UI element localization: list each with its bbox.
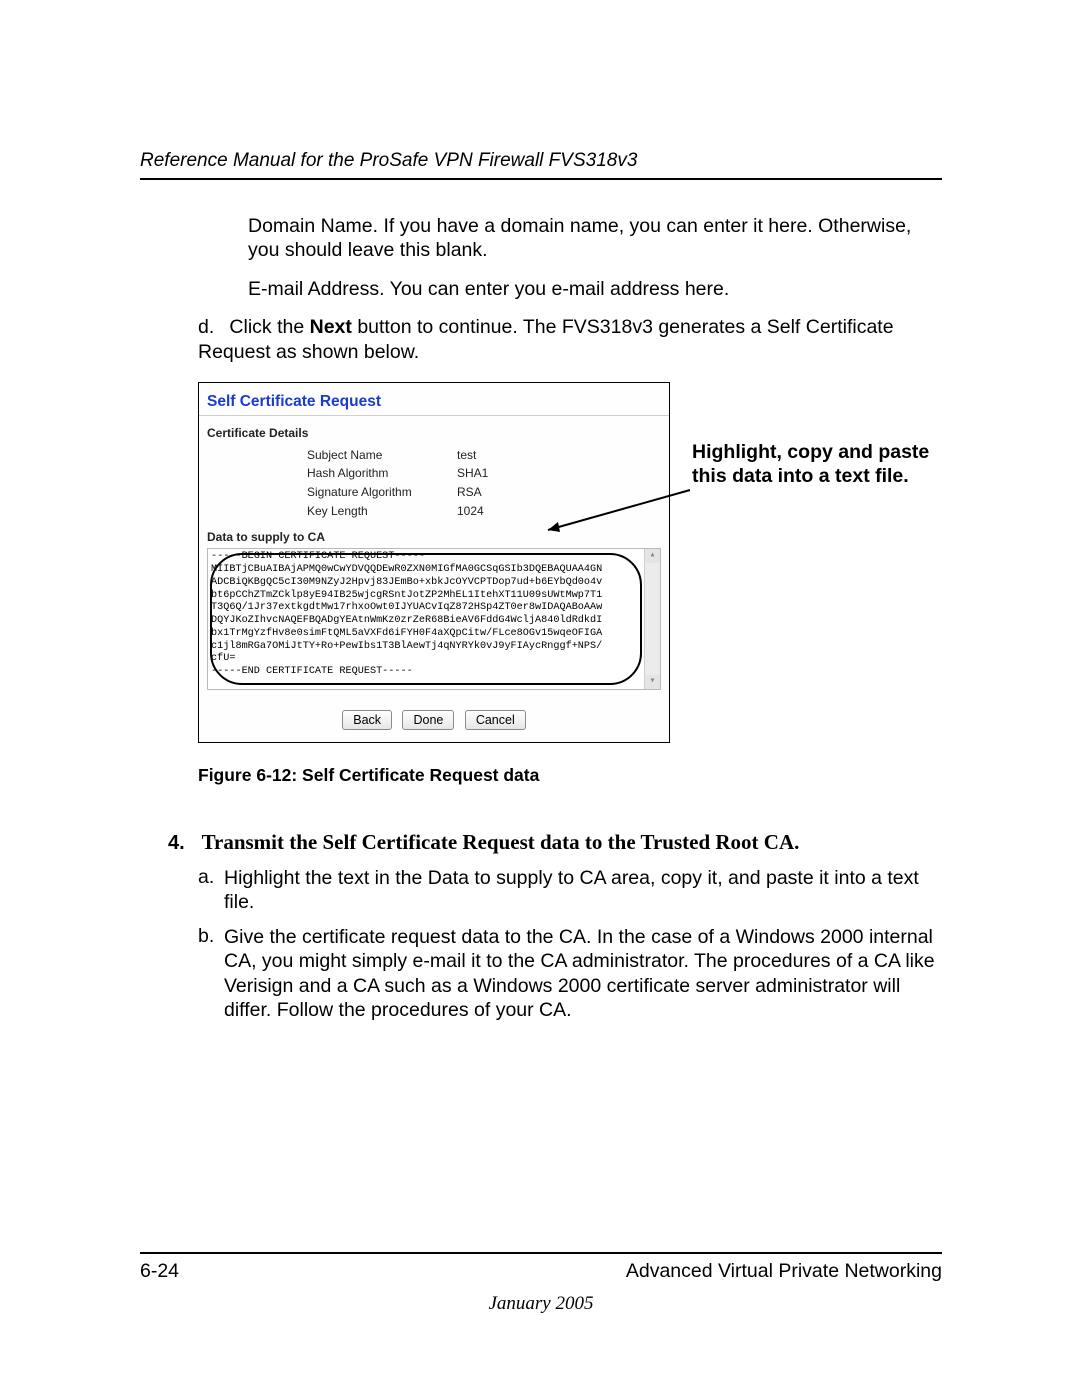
next-label: Next [310, 316, 352, 338]
csr-line: bx1TrMgYzfHv8e0simFtQML5aVXFd6iFYH0F4aXQ… [211, 628, 657, 641]
list-marker-b: b. [198, 924, 224, 948]
csr-line: -----BEGIN CERTIFICATE REQUEST----- [211, 551, 657, 564]
hash-alg-value: SHA1 [457, 464, 488, 483]
email-paragraph: E-mail Address. You can enter you e-mail… [248, 277, 942, 301]
list-marker-d: d. [198, 315, 224, 339]
figure-wrap: Self Certificate Request Certificate Det… [198, 382, 938, 743]
step-d: d. Click the Next button to continue. Th… [198, 315, 942, 364]
detail-row: Signature Algorithm RSA [307, 483, 661, 502]
hash-alg-label: Hash Algorithm [307, 464, 457, 483]
step-4-title: Transmit the Self Certificate Request da… [202, 830, 800, 854]
step-d-pre: Click the [229, 316, 309, 338]
detail-row: Hash Algorithm SHA1 [307, 464, 661, 483]
footer-rule [140, 1252, 942, 1254]
csr-textarea[interactable]: -----BEGIN CERTIFICATE REQUEST----- MIIB… [207, 548, 661, 690]
scroll-up-icon[interactable]: ▴ [645, 549, 660, 563]
screenshot-title: Self Certificate Request [199, 383, 669, 416]
csr-line: -----END CERTIFICATE REQUEST----- [211, 666, 657, 679]
csr-line: cfU= [211, 653, 657, 666]
csr-line: DQYJKoZIhvcNAQEFBQADgYEAtnWmKz0zrZeR68Bi… [211, 615, 657, 628]
sig-alg-label: Signature Algorithm [307, 483, 457, 502]
header-rule [140, 178, 942, 180]
subject-name-value: test [457, 446, 476, 465]
footer-section-title: Advanced Virtual Private Networking [626, 1260, 942, 1283]
data-supply-heading: Data to supply to CA [207, 530, 661, 544]
step-4a: a. Highlight the text in the Data to sup… [198, 865, 942, 914]
domain-name-paragraph: Domain Name. If you have a domain name, … [248, 214, 942, 263]
footer-date: January 2005 [140, 1293, 942, 1315]
manual-page: Reference Manual for the ProSafe VPN Fir… [0, 0, 1080, 1397]
cancel-button[interactable]: Cancel [465, 710, 526, 730]
sig-alg-value: RSA [457, 483, 482, 502]
detail-row: Key Length 1024 [307, 502, 661, 521]
step-4-substeps: a. Highlight the text in the Data to sup… [198, 865, 942, 1022]
csr-line: bt6pCChZTmZCklp8yE94IB25wjcgRSntJotZP2Mh… [211, 590, 657, 603]
csr-line: c1jl8mRGa7OMiJtTY+Ro+PewIbs1T3BlAewTj4qN… [211, 641, 657, 654]
list-marker-a: a. [198, 865, 224, 889]
key-length-label: Key Length [307, 502, 457, 521]
screenshot-button-row: Back Done Cancel [199, 700, 669, 742]
done-button[interactable]: Done [402, 710, 454, 730]
scrollbar[interactable]: ▴ ▾ [644, 549, 660, 689]
step-4b: b. Give the certificate request data to … [198, 924, 942, 1022]
csr-line: ADCBiQKBgQC5cI30M9NZyJ2Hpvj83JEmBo+xbkJc… [211, 577, 657, 590]
scroll-down-icon[interactable]: ▾ [645, 675, 660, 689]
subject-name-label: Subject Name [307, 446, 457, 465]
detail-row: Subject Name test [307, 446, 661, 465]
self-cert-screenshot: Self Certificate Request Certificate Det… [198, 382, 670, 743]
figure-caption: Figure 6-12: Self Certificate Request da… [198, 765, 942, 786]
step-4-number: 4. [168, 832, 196, 855]
csr-line: MIIBTjCBuAIBAjAPMQ0wCwYDVQQDEwR0ZXN0MIGf… [211, 564, 657, 577]
screenshot-body: Certificate Details Subject Name test Ha… [199, 416, 669, 700]
step-4b-text: Give the certificate request data to the… [224, 925, 942, 1023]
step-4: 4. Transmit the Self Certificate Request… [168, 830, 942, 855]
csr-line: T3Q6Q/1Jr37extkgdtMw17rhxoOwt0IJYUACvIqZ… [211, 602, 657, 615]
step-4a-text: Highlight the text in the Data to supply… [224, 866, 942, 915]
page-footer: 6-24 Advanced Virtual Private Networking… [140, 1244, 942, 1315]
back-button[interactable]: Back [342, 710, 392, 730]
running-header: Reference Manual for the ProSafe VPN Fir… [140, 150, 942, 172]
key-length-value: 1024 [457, 502, 484, 521]
page-number: 6-24 [140, 1260, 179, 1283]
callout-annotation: Highlight, copy and paste this data into… [692, 440, 932, 489]
certificate-details-heading: Certificate Details [207, 426, 661, 440]
